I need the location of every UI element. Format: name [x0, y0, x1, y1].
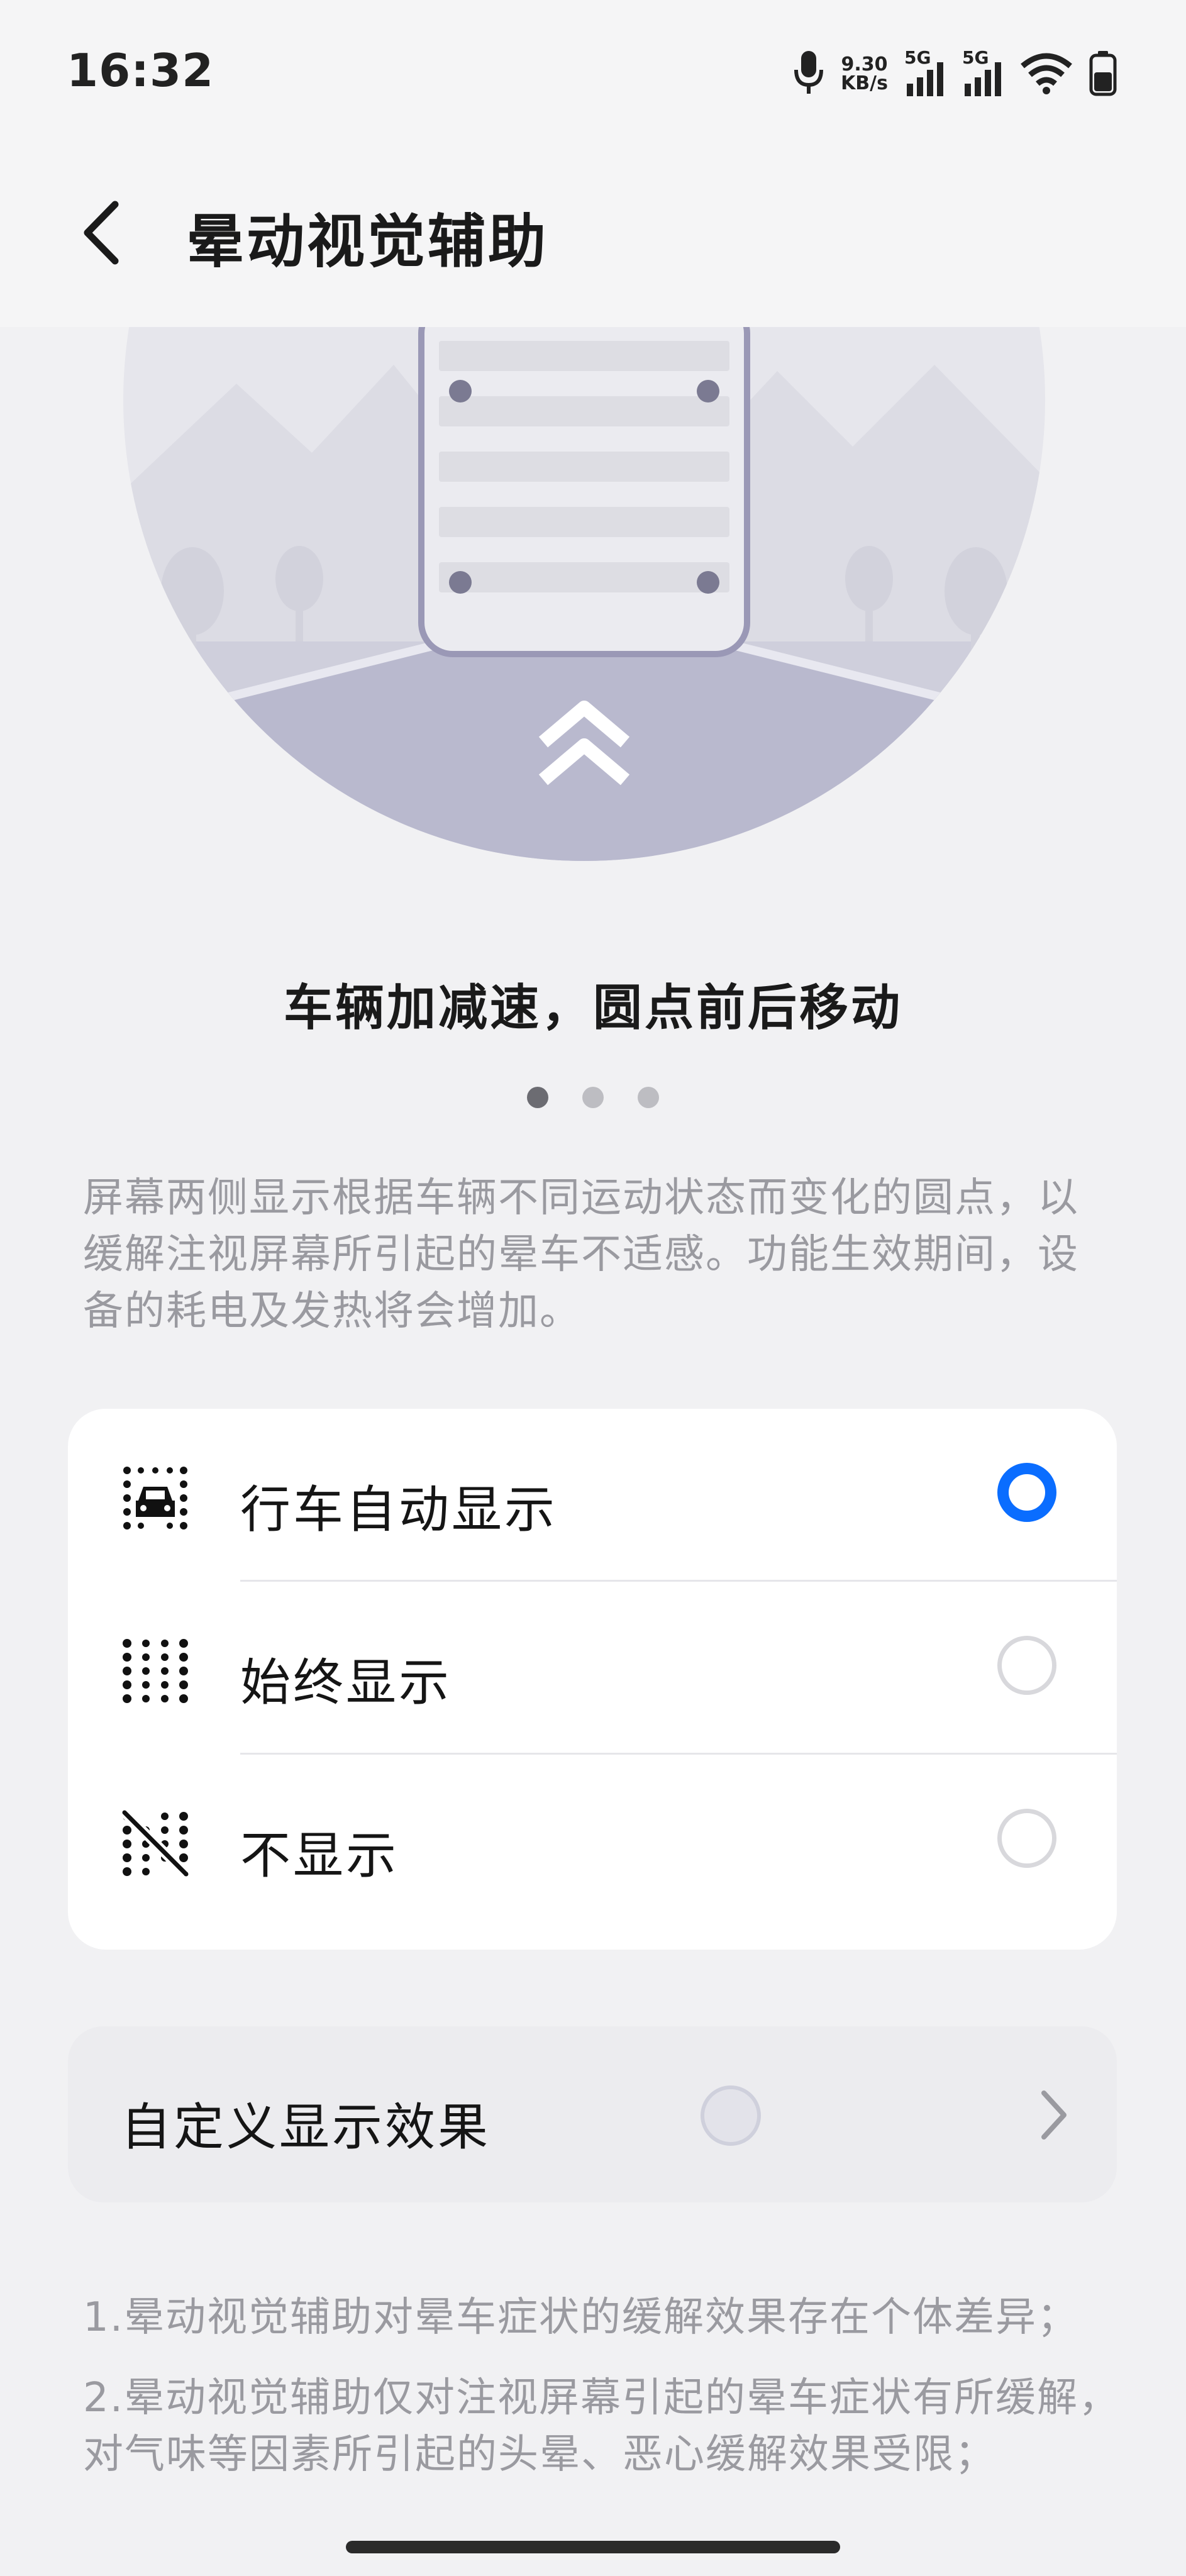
microphone-icon — [793, 50, 824, 99]
sim2-signal: 5G — [962, 47, 1004, 97]
pager-dot-1[interactable] — [527, 1087, 548, 1108]
illustration-caption: 车辆加减速，圆点前后移动 — [283, 980, 902, 1036]
home-indicator[interactable] — [346, 2541, 840, 2553]
pager-dots — [0, 1087, 1186, 1108]
custom-display-effect-button[interactable]: 自定义显示效果 — [68, 2026, 1117, 2202]
pager-dot-3[interactable] — [638, 1087, 659, 1108]
header: 晕动视觉辅助 — [0, 151, 1186, 327]
status-time: 16:32 — [67, 44, 214, 97]
illustration — [123, 299, 1045, 880]
car-dots-icon — [121, 1463, 190, 1532]
net-speed: 9.30 KB/s — [841, 55, 888, 93]
note-item: 2.晕动视觉辅助仅对注视屏幕引起的晕车症状有所缓解，对气味等因素所引起的头晕、恶… — [83, 2375, 1121, 2478]
signal-icon — [907, 62, 943, 96]
pager-dot-2[interactable] — [582, 1087, 604, 1108]
loading-indicator — [701, 2085, 761, 2146]
sim1-signal: 5G — [904, 47, 946, 97]
battery-icon — [1089, 50, 1117, 99]
back-button[interactable] — [69, 189, 132, 277]
status-icons: 9.30 KB/s 5G 5G — [793, 47, 1117, 99]
radio-always-show[interactable] — [997, 1636, 1056, 1695]
signal-icon — [965, 62, 1001, 96]
option-label: 行车自动显示 — [240, 1480, 557, 1539]
radio-auto-while-driving[interactable] — [997, 1463, 1056, 1522]
note-item: 1.晕动视觉辅助对晕车症状的缓解效果存在个体差异； — [83, 2294, 1079, 2341]
page-title: 晕动视觉辅助 — [186, 208, 549, 275]
option-do-not-show[interactable]: 不显示 — [68, 1755, 1117, 1926]
option-auto-while-driving[interactable]: 行车自动显示 — [68, 1409, 1117, 1580]
net-speed-unit: KB/s — [841, 72, 888, 94]
chevron-right-icon — [1041, 2090, 1067, 2140]
custom-display-effect-label: 自定义显示效果 — [121, 2098, 490, 2157]
dots-off-icon — [121, 1809, 190, 1878]
option-always-show[interactable]: 始终显示 — [68, 1582, 1117, 1753]
option-label: 始终显示 — [240, 1653, 452, 1712]
option-label: 不显示 — [240, 1826, 399, 1885]
net-speed-value: 9.30 — [841, 53, 888, 75]
status-bar: 16:32 9.30 KB/s 5G 5G — [0, 0, 1186, 151]
radio-do-not-show[interactable] — [997, 1809, 1056, 1868]
notes: 1.晕动视觉辅助对晕车症状的缓解效果存在个体差异； 2.晕动视觉辅助仅对注视屏幕… — [83, 2289, 1127, 2507]
feature-description: 屏幕两侧显示根据车辆不同运动状态而变化的圆点，以缓解注视屏幕所引起的晕车不适感。… — [83, 1175, 1079, 1335]
dots-grid-icon — [121, 1636, 190, 1705]
chevron-left-icon — [84, 201, 119, 265]
wifi-icon — [1020, 51, 1073, 97]
display-mode-options: 行车自动显示 始终显示 不显示 — [68, 1409, 1117, 1950]
